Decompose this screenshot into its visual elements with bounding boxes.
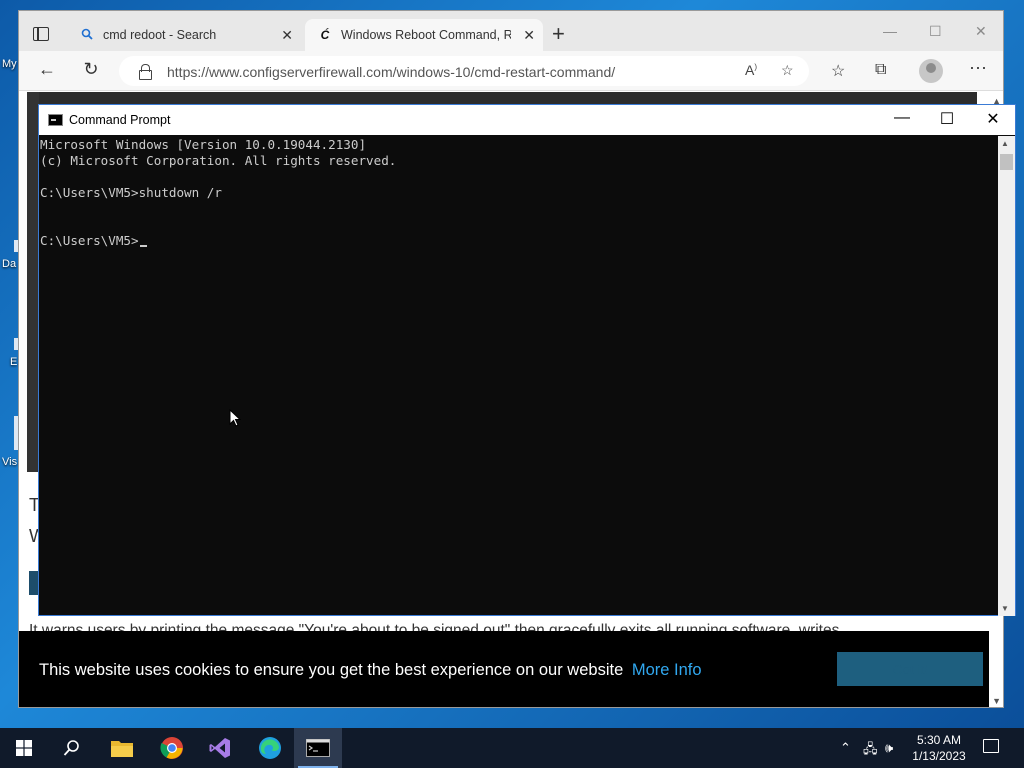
cmd-console[interactable]: Microsoft Windows [Version 10.0.19044.21… <box>39 136 999 616</box>
start-button[interactable] <box>0 728 48 768</box>
tab-strip: cmd redoot - Search ✕ Ć Windows Reboot C… <box>19 11 1003 51</box>
url-text[interactable]: https://www.configserverfirewall.com/win… <box>167 64 615 80</box>
cookie-message: This website uses cookies to ensure you … <box>39 661 702 680</box>
tab-active[interactable]: Ć Windows Reboot Command, Res ✕ <box>305 19 543 51</box>
visual-studio-icon <box>209 738 230 758</box>
more-menu-icon[interactable]: ··· <box>969 57 987 78</box>
clock-date: 1/13/2023 <box>912 749 966 763</box>
scrollbar-thumb[interactable] <box>1000 154 1013 170</box>
add-favorite-icon[interactable]: ☆ <box>781 62 794 79</box>
cmd-scrollbar[interactable]: ▲ ▼ <box>998 136 1015 616</box>
network-icon[interactable]: 🖧 <box>863 740 878 762</box>
back-icon[interactable]: ← <box>35 59 59 80</box>
file-explorer-button[interactable] <box>98 728 146 768</box>
folder-icon <box>111 741 133 757</box>
scroll-up-icon[interactable]: ▲ <box>1001 139 1009 148</box>
cookie-banner: This website uses cookies to ensure you … <box>19 631 989 707</box>
scroll-down-icon[interactable]: ▼ <box>992 696 1001 706</box>
tab-actions-icon[interactable] <box>33 27 49 41</box>
search-icon <box>79 28 95 43</box>
command-prompt-window: Command Prompt — ☐ ✕ Microsoft Windows [… <box>38 104 1016 616</box>
desktop-icon-label[interactable]: Da <box>2 258 16 270</box>
text-cursor <box>139 245 147 247</box>
cmd-title-bar[interactable]: Command Prompt — ☐ ✕ <box>39 105 1015 135</box>
got-it-button[interactable]: Got it! <box>837 652 983 686</box>
address-bar: ← ↻ https://www.configserverfirewall.com… <box>19 51 1003 91</box>
edge-icon <box>259 737 281 759</box>
close-tab-icon[interactable]: ✕ <box>523 27 535 44</box>
tab-search[interactable]: cmd redoot - Search ✕ <box>67 19 301 51</box>
console-line: Microsoft Windows [Version 10.0.19044.21… <box>40 137 367 152</box>
new-tab-button[interactable]: + <box>552 23 565 45</box>
cmd-maximize-icon[interactable]: ☐ <box>932 109 962 129</box>
visual-studio-button[interactable] <box>196 728 244 768</box>
tab-label: cmd redoot - Search <box>103 28 217 42</box>
favorites-icon[interactable]: ☆ <box>831 61 845 81</box>
chevron-up-icon[interactable]: ⌃ <box>840 740 851 756</box>
volume-icon[interactable]: 🕪 <box>885 740 893 756</box>
cmd-title: Command Prompt <box>69 113 171 127</box>
scroll-down-icon[interactable]: ▼ <box>1001 604 1009 613</box>
system-clock[interactable]: 5:30 AM 1/13/2023 <box>904 732 974 764</box>
lock-icon[interactable] <box>139 64 152 80</box>
profile-avatar[interactable] <box>919 59 943 83</box>
read-aloud-icon[interactable]: A) <box>745 62 757 78</box>
desktop-icon-label[interactable]: My <box>2 58 17 70</box>
maximize-icon[interactable]: ☐ <box>929 23 942 40</box>
cookie-text: This website uses cookies to ensure you … <box>39 661 624 679</box>
search-icon <box>63 740 79 756</box>
clock-time: 5:30 AM <box>916 733 962 747</box>
taskbar: ⌃ 🖧 🕪 5:30 AM 1/13/2023 <box>0 728 1024 768</box>
windows-logo-icon <box>16 740 32 756</box>
desktop-icon-label[interactable]: E <box>10 356 17 368</box>
notifications-icon[interactable] <box>983 739 999 753</box>
search-button[interactable] <box>48 728 96 768</box>
refresh-icon[interactable]: ↻ <box>79 59 103 80</box>
console-prompt-line[interactable]: C:\Users\VM5> <box>40 233 999 249</box>
edge-button[interactable] <box>246 728 294 768</box>
cmd-icon <box>306 739 330 757</box>
close-tab-icon[interactable]: ✕ <box>281 27 293 44</box>
desktop-icon-label[interactable]: Vis <box>2 456 17 468</box>
chrome-icon <box>160 737 183 759</box>
close-window-icon[interactable]: ✕ <box>975 23 987 40</box>
console-line: C:\Users\VM5>shutdown /r <box>40 185 222 200</box>
console-prompt: C:\Users\VM5> <box>40 233 139 248</box>
mouse-pointer-icon <box>229 409 241 427</box>
command-prompt-taskbar-button[interactable] <box>294 728 342 768</box>
url-field[interactable]: https://www.configserverfirewall.com/win… <box>119 56 809 86</box>
chrome-button[interactable] <box>148 728 196 768</box>
tab-label: Windows Reboot Command, Res <box>341 28 511 42</box>
cmd-close-icon[interactable]: ✕ <box>978 109 1008 129</box>
more-info-link[interactable]: More Info <box>632 661 702 679</box>
collections-icon[interactable]: ⧉ <box>875 61 886 79</box>
cmd-app-icon <box>48 114 63 126</box>
site-favicon-icon: Ć <box>320 28 330 42</box>
cmd-minimize-icon[interactable]: — <box>887 109 917 127</box>
console-line: (c) Microsoft Corporation. All rights re… <box>40 153 397 168</box>
minimize-icon[interactable]: — <box>883 23 897 39</box>
